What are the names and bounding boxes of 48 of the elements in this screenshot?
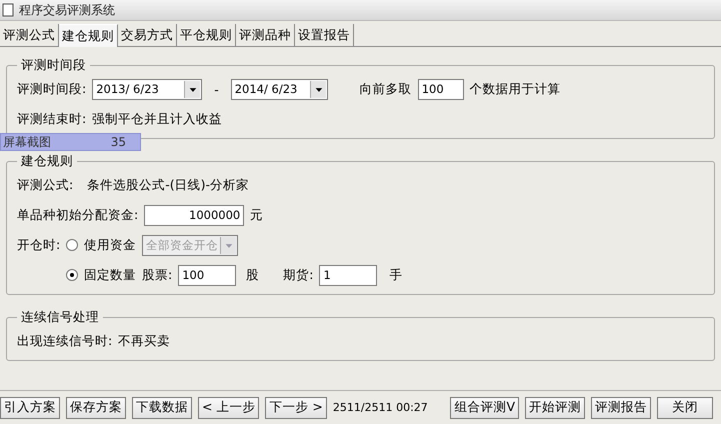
start-date-picker[interactable]: 2013/ 6/23	[92, 78, 202, 100]
end-date-picker[interactable]: 2014/ 6/23	[230, 78, 328, 100]
field-value: 不再买卖	[118, 332, 170, 350]
progress-text: 2511/2511 00:27	[332, 401, 428, 414]
input-field[interactable]: 1	[319, 264, 378, 286]
action-button[interactable]: 评测报告	[591, 396, 651, 418]
unit-label: 元	[250, 206, 264, 224]
unit-label: 手	[389, 266, 402, 284]
tooltip-count: 35	[110, 135, 126, 149]
field-label: 向前多取	[360, 80, 412, 98]
radio-label: 使用资金	[84, 236, 136, 254]
action-button[interactable]: 组合评测V	[450, 396, 519, 418]
separator-text: -	[214, 82, 219, 96]
action-button[interactable]: 关闭	[657, 396, 713, 418]
group-title: 评测时间段	[20, 57, 87, 74]
field-label: 评测结束时:	[17, 110, 86, 128]
tab[interactable]: 建仓规则	[59, 24, 118, 47]
tab[interactable]: 平仓规则	[177, 24, 236, 46]
radio-button[interactable]	[66, 269, 78, 281]
window-icon	[2, 3, 14, 17]
input-field[interactable]: 100	[178, 264, 236, 286]
tooltip-label: 屏幕截图	[3, 134, 51, 150]
window-title: 程序交易评测系统	[19, 2, 115, 18]
input-field[interactable]: 1000000	[144, 204, 244, 226]
field-label: 单品种初始分配资金:	[17, 206, 138, 224]
action-button[interactable]: 下载数据	[132, 396, 192, 418]
field-label: 评测时间段:	[17, 80, 86, 98]
action-button[interactable]: < 上一步	[198, 396, 260, 418]
action-button[interactable]: 引入方案	[0, 396, 60, 418]
field-label: 评测公式:	[17, 176, 74, 194]
group-title: 建仓规则	[20, 153, 74, 170]
unit-label: 个数据用于计算	[470, 80, 561, 98]
input-field[interactable]: 100	[418, 78, 464, 100]
action-button[interactable]: 下一步 >	[265, 396, 327, 418]
action-button[interactable]: 保存方案	[66, 396, 126, 418]
radio-label: 固定数量	[84, 266, 136, 284]
field-value: 强制平仓并且计入收益	[92, 110, 222, 128]
tab[interactable]: 设置报告	[295, 24, 354, 46]
field-label: 开仓时:	[17, 236, 60, 254]
group-title: 连续信号处理	[20, 309, 100, 326]
field-value: 条件选股公式-(日线)-分析家	[87, 176, 249, 194]
tab[interactable]: 交易方式	[118, 24, 177, 46]
field-label: 期货:	[283, 266, 314, 284]
tab[interactable]: 评测品种	[236, 24, 295, 46]
action-button[interactable]: 开始评测	[525, 396, 585, 418]
unit-label: 股	[246, 266, 260, 284]
field-label: 出现连续信号时:	[17, 332, 112, 350]
field-label: 股票:	[142, 266, 172, 284]
